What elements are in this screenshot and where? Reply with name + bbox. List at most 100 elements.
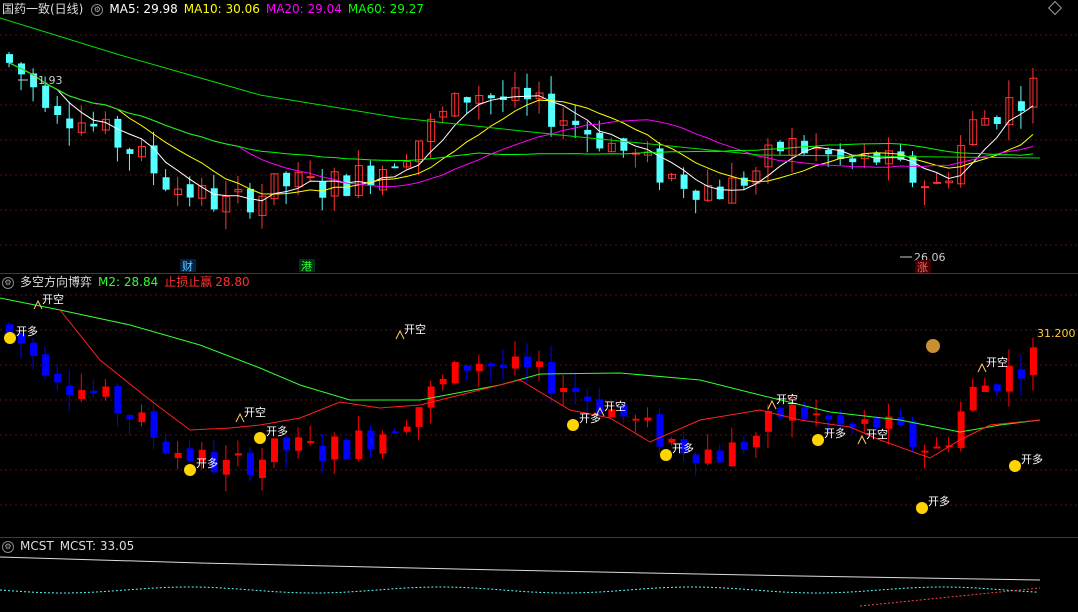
signal-body bbox=[150, 411, 158, 438]
signal-body bbox=[825, 415, 833, 420]
long-signal-icon bbox=[4, 332, 16, 344]
candle-body bbox=[186, 184, 194, 198]
candle-body bbox=[776, 141, 784, 152]
signal-body bbox=[186, 448, 194, 461]
candle-body bbox=[849, 158, 857, 163]
candle-body bbox=[6, 54, 13, 63]
signal-body bbox=[246, 452, 254, 476]
limit-up-badge: 涨 bbox=[917, 261, 928, 274]
signal-body bbox=[1017, 369, 1025, 379]
mcst-line bbox=[0, 556, 1041, 581]
short-signal-icon bbox=[235, 412, 245, 423]
signal-body bbox=[222, 459, 230, 475]
mcst-red-line bbox=[859, 587, 1041, 607]
signal-body bbox=[54, 373, 62, 383]
candle-body bbox=[54, 106, 62, 116]
candle-body bbox=[596, 132, 604, 149]
signal-body bbox=[993, 384, 1001, 391]
chart-canvas[interactable]: 31.93 26.06 财 港 涨 开多开多开多开多开多开多开多开多开空开空开空… bbox=[0, 0, 1078, 612]
signal-body bbox=[319, 445, 327, 462]
signal-body bbox=[692, 454, 700, 464]
signal-body bbox=[572, 387, 580, 392]
signal-body bbox=[126, 414, 134, 420]
signal-body bbox=[813, 413, 821, 416]
long-signal-label: 开多 bbox=[928, 494, 950, 508]
ma-line bbox=[8, 62, 1034, 195]
signal-body bbox=[644, 417, 652, 421]
signal-body bbox=[861, 419, 869, 424]
signal-body bbox=[138, 412, 146, 423]
signal-body bbox=[42, 354, 50, 376]
long-signal-label: 开多 bbox=[196, 456, 218, 470]
candle-body bbox=[548, 93, 556, 127]
signal-body bbox=[307, 441, 315, 444]
main-candles bbox=[6, 52, 1038, 230]
signal-body bbox=[6, 324, 13, 333]
signal-body bbox=[1005, 365, 1013, 392]
signal-body bbox=[475, 363, 483, 372]
candle-body bbox=[162, 177, 170, 190]
signal-body bbox=[367, 430, 375, 450]
signal-body bbox=[78, 389, 86, 399]
candle-body bbox=[306, 176, 315, 179]
long-signal-label: 开多 bbox=[824, 426, 846, 440]
signal-body bbox=[162, 441, 170, 454]
short-signal-label: 开空 bbox=[604, 399, 626, 413]
signal-body bbox=[295, 437, 303, 451]
ma-lines bbox=[0, 17, 1041, 202]
signal-body bbox=[656, 414, 664, 447]
signal-body bbox=[632, 418, 640, 421]
signal-body bbox=[174, 452, 182, 459]
long-signal-icon bbox=[1009, 460, 1021, 472]
signal-body bbox=[343, 439, 351, 460]
candle-body bbox=[487, 95, 495, 99]
candle-body bbox=[210, 188, 218, 210]
candle-body bbox=[716, 186, 724, 200]
candle-body bbox=[656, 148, 664, 183]
signal-body bbox=[451, 362, 459, 384]
money-bag-icon bbox=[926, 339, 940, 353]
candle-body bbox=[246, 188, 254, 213]
candle-body bbox=[692, 190, 700, 200]
signal-body bbox=[511, 356, 519, 369]
candle-body bbox=[150, 145, 158, 174]
signal-body bbox=[1029, 347, 1037, 375]
signal-body bbox=[837, 414, 845, 425]
long-signal-icon bbox=[184, 464, 196, 476]
candle-body bbox=[391, 166, 399, 169]
candle-body bbox=[66, 118, 74, 129]
candle-body bbox=[90, 123, 98, 127]
signal-body bbox=[873, 418, 881, 428]
price-tag: 31.200 bbox=[1037, 327, 1076, 340]
event-badges: 财 港 涨 bbox=[180, 259, 931, 274]
candle-body bbox=[921, 186, 930, 189]
signal-body bbox=[704, 449, 712, 464]
short-signal-icon bbox=[767, 399, 777, 410]
signal-body bbox=[536, 361, 544, 367]
high-price-label: 31.93 bbox=[31, 74, 63, 87]
signal-body bbox=[355, 430, 363, 460]
candle-body bbox=[933, 181, 942, 184]
short-signal-label: 开空 bbox=[866, 427, 888, 441]
short-signal-label: 开空 bbox=[404, 322, 426, 336]
candle-body bbox=[463, 97, 471, 103]
signal-body bbox=[560, 387, 568, 393]
signal-body bbox=[728, 442, 736, 467]
signal-body bbox=[102, 386, 110, 397]
mcst-lines bbox=[0, 556, 1041, 607]
candle-body bbox=[825, 149, 833, 155]
hk-badge: 港 bbox=[301, 260, 312, 273]
signal-body bbox=[524, 356, 531, 368]
short-signal-label: 开空 bbox=[244, 405, 266, 419]
ma60-long-line bbox=[0, 17, 1041, 159]
short-signal-label: 开空 bbox=[42, 292, 64, 306]
finance-badge: 财 bbox=[182, 259, 193, 273]
signal-body bbox=[415, 407, 423, 427]
long-signal-label: 开多 bbox=[672, 441, 694, 455]
signal-body bbox=[234, 453, 242, 456]
short-signal-icon bbox=[857, 434, 867, 445]
candle-body bbox=[126, 149, 134, 154]
signal-body bbox=[801, 407, 809, 419]
long-signal-label: 开多 bbox=[1021, 452, 1043, 466]
signal-body bbox=[258, 459, 266, 479]
